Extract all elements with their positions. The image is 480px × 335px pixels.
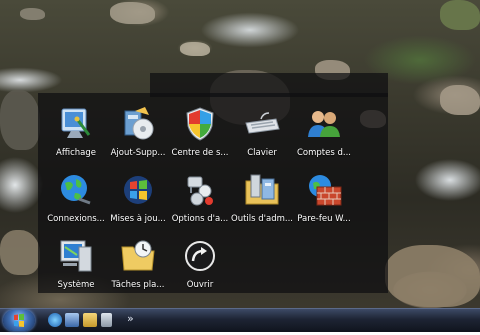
ie-icon[interactable] [48,313,62,327]
taskbar: » [0,308,480,332]
add-remove-programs-icon [119,105,157,143]
display-icon [57,105,95,143]
launcher-item-label: Connexions... [47,214,105,224]
keyboard-icon [243,105,281,143]
user-accounts-icon [305,105,343,143]
launcher-item-outils-administration[interactable]: Outils d'adm... [230,169,294,229]
network-connections-globe-icon [57,171,95,209]
launcher-item-label: Mises à jou... [110,214,166,224]
taskbar-overflow-chevron[interactable]: » [127,312,134,325]
launcher-item-ouvrir[interactable]: Ouvrir [168,235,232,295]
launcher-item-label: Pare-feu W... [297,214,351,224]
launcher-item-label: Outils d'adm... [231,214,293,224]
scheduled-tasks-folder-icon [119,237,157,275]
windows-logo-icon [14,313,24,327]
security-center-shield-icon [181,105,219,143]
windows-update-icon [119,171,157,209]
launcher-item-label: Comptes d... [296,148,351,158]
system-computer-icon [57,237,95,275]
launcher-item-label: Tâches pla... [111,280,165,290]
launcher-item-comptes[interactable]: Comptes d... [292,103,356,163]
launcher-item-affichage[interactable]: Affichage [44,103,108,163]
start-button[interactable] [3,310,35,331]
media-icon[interactable] [101,313,112,327]
launcher-item-taches-planifiees[interactable]: Tâches pla... [106,235,170,295]
launcher-item-mises-a-jour[interactable]: Mises à jou... [106,169,170,229]
launcher-item-label: Ouvrir [186,280,214,290]
launcher-item-clavier[interactable]: Clavier [230,103,294,163]
launcher-item-options-accessibilite[interactable]: Options d'a... [168,169,232,229]
launcher-item-label: Clavier [247,148,277,158]
show-desktop-icon[interactable] [65,313,79,327]
launcher-item-connexions[interactable]: Connexions... [44,169,108,229]
firewall-brick-icon [305,171,343,209]
accessibility-options-icon [181,171,219,209]
launcher-item-pare-feu[interactable]: Pare-feu W... [292,169,356,229]
launcher-item-label: Centre de s... [171,148,229,158]
launcher-item-centre-de-securite[interactable]: Centre de s... [168,103,232,163]
launcher-item-label: Système [57,280,95,290]
launcher-item-label: Affichage [56,148,96,158]
administrative-tools-icon [243,171,281,209]
launcher-item-label: Options d'a... [171,214,229,224]
explorer-folder-icon[interactable] [83,313,97,327]
launcher-item-systeme[interactable]: Système [44,235,108,295]
open-arrow-icon [181,237,219,275]
launcher-item-label: Ajout-Supp... [110,148,166,158]
launcher-item-ajout-suppression[interactable]: Ajout-Supp... [106,103,170,163]
